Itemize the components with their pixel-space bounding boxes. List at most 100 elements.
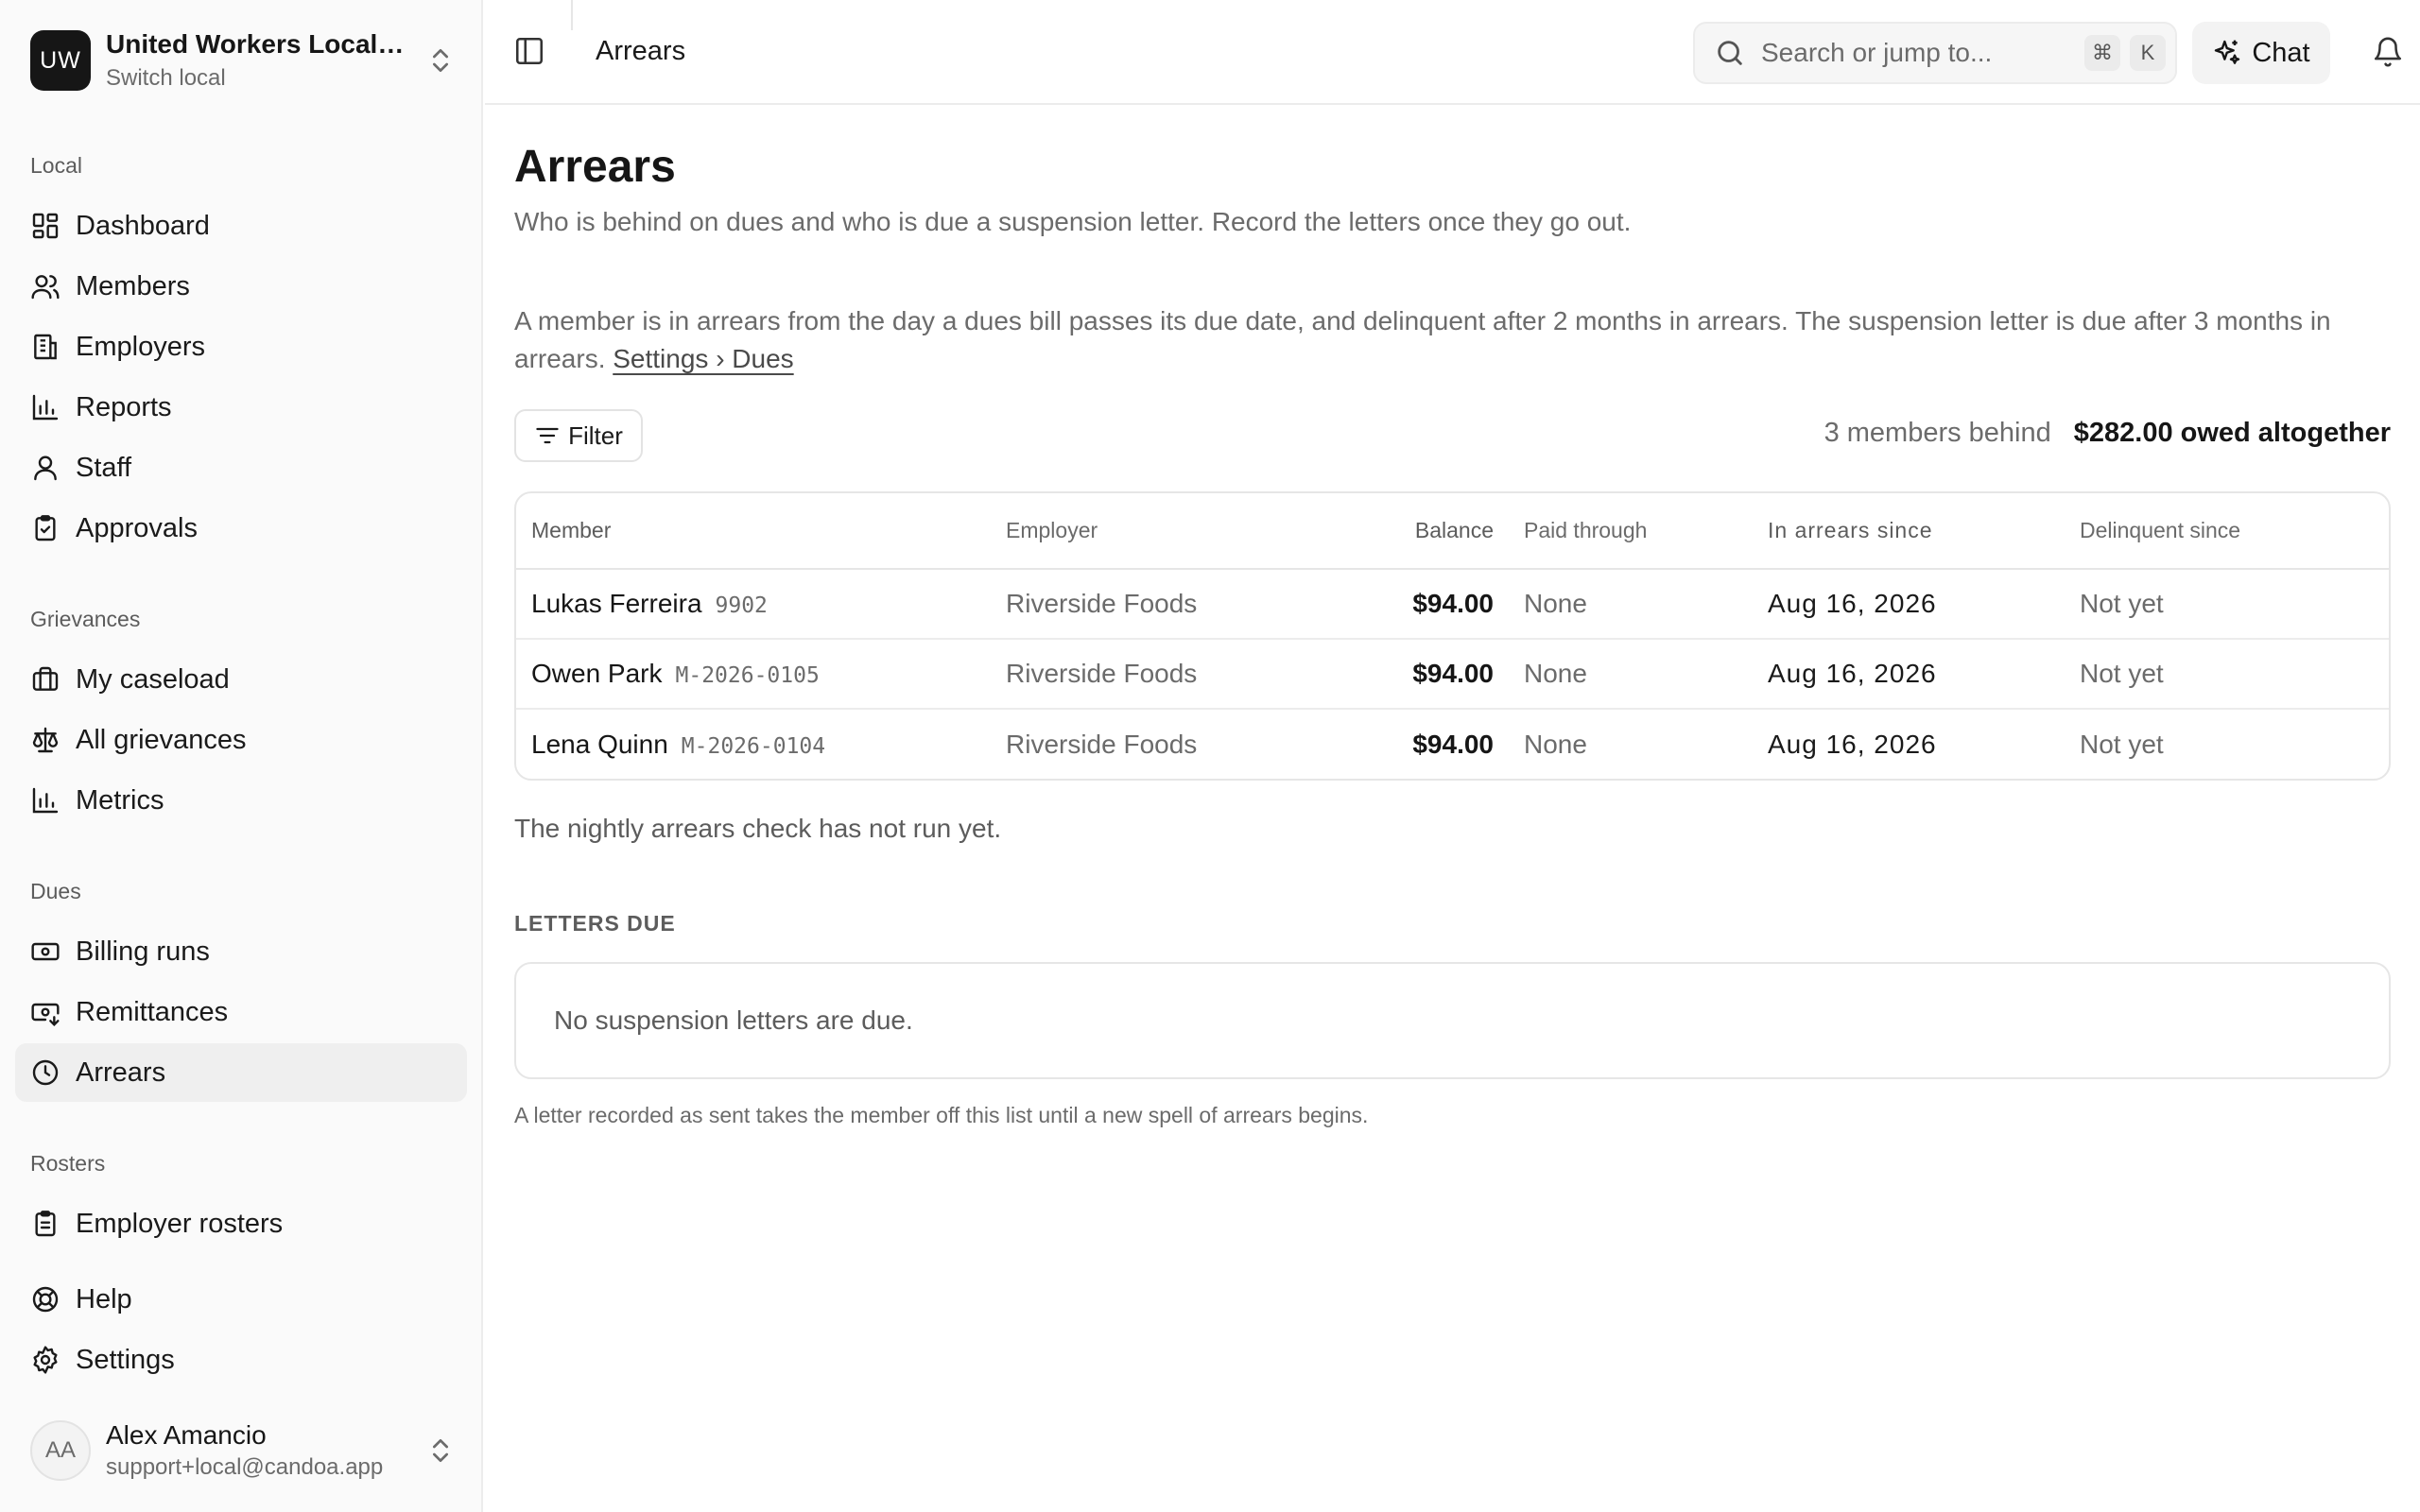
employer-cell: Riverside Foods (1006, 639, 1318, 710)
sidebar-item-all-grievances[interactable]: All grievances (15, 711, 467, 769)
building-icon (34, 334, 57, 360)
page-title: Arrears (514, 142, 676, 192)
user-name: Alex Amancio (106, 1420, 267, 1450)
filter-icon (536, 427, 559, 444)
balance-cell: $94.00 (1318, 569, 1494, 640)
sidebar-item-employers[interactable]: Employers (15, 318, 467, 376)
table-row[interactable]: Lena Quinn M-2026-0104 Riverside Foods $9… (516, 709, 2389, 779)
nightly-check-note: The nightly arrears check has not run ye… (514, 814, 1002, 843)
filter-button[interactable]: Filter (514, 409, 643, 462)
letters-due-heading: LETTERS DUE (514, 911, 676, 936)
delinquent-since-cell: Not yet (2080, 569, 2389, 640)
avatar: AA (30, 1420, 91, 1481)
user-menu[interactable]: AA Alex Amancio support+local@candoa.app (30, 1419, 456, 1482)
column-header-paid-through[interactable]: Paid through (1494, 493, 1768, 570)
clipboard-list-icon (35, 1211, 56, 1237)
delinquent-since-cell: Not yet (2080, 639, 2389, 710)
member-id: 9902 (715, 593, 768, 618)
balance-cell: $94.00 (1318, 639, 1494, 710)
paid-through-cell: None (1494, 639, 1768, 710)
sparkles-icon (2215, 40, 2240, 64)
sidebar-item-staff[interactable]: Staff (15, 438, 467, 497)
letters-footnote: A letter recorded as sent takes the memb… (514, 1103, 1369, 1127)
user-email: support+local@candoa.app (106, 1454, 384, 1480)
total-owed: $282.00 owed altogether (2073, 418, 2391, 448)
chat-button[interactable]: Chat (2192, 22, 2330, 84)
column-header-arrears-since[interactable]: In arrears since (1768, 493, 2080, 570)
member-id: M-2026-0104 (681, 733, 826, 759)
kbd-k: K (2130, 35, 2166, 71)
arrears-since-cell: Aug 16, 2026 (1768, 639, 2080, 710)
column-header-member[interactable]: Member (516, 493, 1006, 570)
paid-through-cell: None (1494, 569, 1768, 640)
chevron-updown-icon (433, 49, 448, 72)
user-icon (34, 455, 57, 481)
life-buoy-icon (32, 1286, 59, 1313)
member-id: M-2026-0105 (675, 663, 820, 688)
delinquent-since-cell: Not yet (2080, 729, 2164, 759)
gear-icon (33, 1346, 58, 1374)
org-switcher[interactable]: UW United Workers Local 1234 Switch loca… (30, 29, 456, 92)
section-label-local: Local (30, 153, 82, 178)
column-header-employer[interactable]: Employer (1006, 493, 1318, 570)
banknote-icon (31, 942, 60, 961)
sidebar-item-billing-runs[interactable]: Billing runs (15, 922, 467, 981)
employer-cell: Riverside Foods (1006, 729, 1198, 759)
arrears-table: Member Employer Balance Paid through In … (514, 491, 2391, 781)
bar-chart-icon (32, 394, 59, 421)
sidebar-item-metrics[interactable]: Metrics (15, 771, 467, 830)
bar-chart-icon (32, 787, 59, 814)
column-header-balance[interactable]: Balance (1318, 493, 1494, 570)
arrears-since-cell: Aug 16, 2026 (1768, 729, 1937, 759)
sidebar-item-reports[interactable]: Reports (15, 378, 467, 437)
settings-dues-link[interactable]: Settings › Dues (613, 344, 793, 373)
member-name[interactable]: Lena Quinn (531, 730, 668, 759)
section-label-grievances: Grievances (30, 607, 141, 631)
paid-through-cell: None (1524, 729, 1587, 759)
sidebar: UW United Workers Local 1234 Switch loca… (0, 0, 483, 1512)
sidebar-item-my-caseload[interactable]: My caseload (15, 650, 467, 709)
chevron-updown-icon (433, 1439, 448, 1462)
org-name: United Workers Local 1234 (106, 29, 408, 59)
letters-due-empty-state: No suspension letters are due. (514, 962, 2391, 1079)
section-label-dues: Dues (30, 879, 81, 903)
sidebar-item-employer-rosters[interactable]: Employer rosters (15, 1194, 467, 1253)
sidebar-item-settings[interactable]: Settings (15, 1331, 467, 1389)
sidebar-item-approvals[interactable]: Approvals (15, 499, 467, 558)
sidebar-item-arrears[interactable]: Arrears (15, 1043, 467, 1102)
top-bar: Arrears Search or jump to... ⌘ K Chat (485, 0, 2420, 105)
search-input[interactable]: Search or jump to... ⌘ K (1693, 22, 2177, 84)
bell-icon[interactable] (2372, 36, 2404, 68)
kbd-cmd: ⌘ (2084, 35, 2120, 71)
divider (571, 0, 573, 30)
org-badge: UW (30, 30, 91, 91)
balance-cell: $94.00 (1412, 729, 1494, 759)
dashboard-icon (32, 213, 59, 239)
clock-icon (32, 1059, 59, 1086)
column-header-delinquent-since[interactable]: Delinquent since (2080, 493, 2389, 570)
arrears-summary: 3 members behind $282.00 owed altogether (1824, 418, 2391, 449)
sidebar-item-help[interactable]: Help (15, 1270, 467, 1329)
arrears-since-cell: Aug 16, 2026 (1768, 569, 2080, 640)
table-row[interactable]: Lukas Ferreira 9902 Riverside Foods $94.0… (516, 569, 2389, 640)
search-icon (1718, 41, 1742, 65)
members-behind-count: 3 members behind (1824, 418, 2051, 448)
member-name[interactable]: Owen Park (531, 659, 663, 688)
scale-icon (32, 727, 59, 753)
arrears-rule: A member is in arrears from the day a du… (514, 302, 2391, 378)
org-switch-label: Switch local (106, 65, 226, 91)
table-header-row: Member Employer Balance Paid through In … (516, 493, 2389, 570)
users-icon (31, 275, 60, 300)
sidebar-item-dashboard[interactable]: Dashboard (15, 197, 467, 255)
section-label-rosters: Rosters (30, 1151, 106, 1176)
sidebar-item-remittances[interactable]: Remittances (15, 983, 467, 1041)
clipboard-check-icon (35, 515, 56, 541)
banknote-arrow-icon (31, 1003, 60, 1027)
sidebar-item-members[interactable]: Members (15, 257, 467, 316)
sidebar-toggle-icon[interactable] (513, 35, 545, 67)
search-placeholder: Search or jump to... (1761, 38, 1993, 67)
member-name[interactable]: Lukas Ferreira (531, 589, 702, 618)
employer-cell: Riverside Foods (1006, 569, 1318, 640)
breadcrumb: Arrears (596, 36, 686, 66)
table-row[interactable]: Owen Park M-2026-0105 Riverside Foods $94… (516, 639, 2389, 710)
